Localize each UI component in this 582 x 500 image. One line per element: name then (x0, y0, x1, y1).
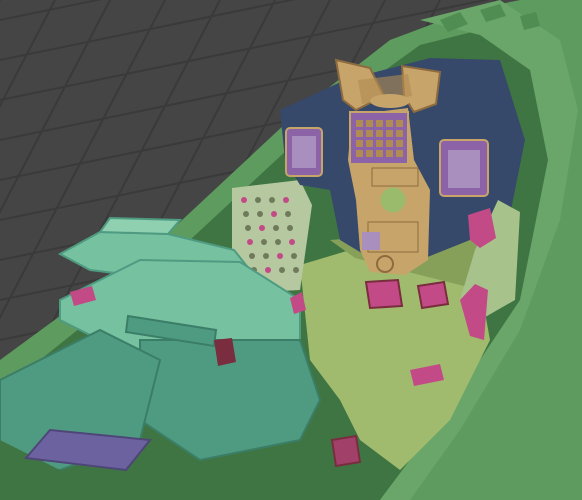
ufc-key (366, 130, 373, 137)
ufc-key (356, 120, 363, 127)
console-knob (265, 267, 271, 273)
center-display (371, 167, 419, 187)
console-knob (271, 211, 277, 217)
console-knob (249, 253, 255, 259)
console-knob (289, 239, 295, 245)
cockpit-render[interactable] (0, 0, 582, 500)
console-knob (241, 197, 247, 203)
console-knob (275, 239, 281, 245)
ufc-key (366, 120, 373, 127)
ufc-key (376, 130, 383, 137)
console-knob (243, 211, 249, 217)
console-knob (277, 253, 283, 259)
ufc-key (366, 150, 373, 157)
ufc-key (386, 140, 393, 147)
console-knob (285, 211, 291, 217)
console-knob (257, 211, 263, 217)
console-knob (261, 239, 267, 245)
ufc-key (386, 150, 393, 157)
ufc-key (396, 150, 403, 157)
attitude-indicator (377, 184, 409, 216)
ufc-key (356, 130, 363, 137)
console-knob (273, 225, 279, 231)
center-lower-panel (362, 232, 380, 250)
console-knob (245, 225, 251, 231)
right-mfd-screen (448, 150, 480, 188)
standby-gauge (376, 255, 394, 273)
ufc-key (376, 150, 383, 157)
console-knob (255, 197, 261, 203)
console-knob (279, 267, 285, 273)
ufc-key (396, 130, 403, 137)
console-knob (287, 225, 293, 231)
ufc-key (366, 140, 373, 147)
console-knob (283, 197, 289, 203)
seat-headrest-top (98, 216, 183, 236)
ufc-key (386, 130, 393, 137)
rudder-pedal-right[interactable] (416, 280, 450, 310)
ufc-key (356, 140, 363, 147)
ufc-key (376, 120, 383, 127)
ufc-key (376, 140, 383, 147)
console-knob (269, 197, 275, 203)
ufc-key (396, 140, 403, 147)
ufc-key (396, 120, 403, 127)
rudder-pedal-left[interactable] (364, 278, 404, 310)
ufc-key (356, 150, 363, 157)
console-knob (259, 225, 265, 231)
hud-base (370, 94, 410, 108)
ufc-key (386, 120, 393, 127)
console-knob (291, 253, 297, 259)
console-knob (263, 253, 269, 259)
3d-viewport[interactable] (0, 0, 582, 500)
left-mfd-screen (292, 136, 316, 168)
console-knob (293, 267, 299, 273)
rail-fitting-small[interactable] (330, 434, 362, 468)
console-knob (247, 239, 253, 245)
